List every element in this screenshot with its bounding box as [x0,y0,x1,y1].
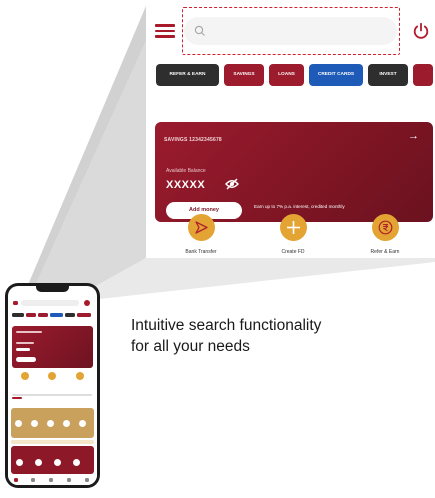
tab-more[interactable] [413,64,433,86]
caption-line-1: Intuitive search functionality [131,317,322,334]
quick-action-label: Create FD [281,249,305,255]
phone-bottom-nav [8,475,97,485]
quick-action-label: Refer & Earn [370,249,400,255]
tab-refer-earn[interactable]: Refer & Earn [156,64,219,86]
quick-action-bank-transfer[interactable]: Bank Transfer [166,214,236,255]
phone-status-bar [8,286,97,296]
eye-hidden-icon[interactable] [225,178,239,190]
quick-action-refer-earn[interactable]: Refer & Earn [350,214,420,255]
phone-gold-section [11,408,94,438]
tab-credit-cards[interactable]: Credit Cards [309,64,363,86]
phone-mockup [5,283,100,488]
product-tabs: Refer & Earn Savings Loans Credit Cards Inve… [156,64,435,86]
power-icon[interactable] [412,22,430,40]
balance-value: XXXXX [166,179,206,191]
tab-loans[interactable]: Loans [269,64,304,86]
account-number: SAVINGS 12342345678 [164,137,222,143]
phone-savings-card [12,326,93,368]
phone-red-section [11,446,94,474]
feature-caption: Intuitive search functionality for all y… [131,315,411,357]
quick-action-create-fd[interactable]: Create FD [258,214,328,255]
balance-label: Available Balance [166,168,206,174]
zoomed-app-view: Refer & Earn Savings Loans Credit Cards Inve… [146,6,435,258]
quick-action-label: Bank Transfer [185,249,217,255]
caption-line-2: for all your needs [131,338,250,355]
rupee-icon [371,214,399,241]
hamburger-menu-icon[interactable] [155,24,175,38]
search-input[interactable] [184,17,397,45]
tab-invest[interactable]: Invest [368,64,408,86]
savings-account-card[interactable]: SAVINGS 12342345678 → Available Balance … [155,122,433,222]
app-header [146,6,435,55]
send-icon [187,214,215,241]
arrow-right-icon[interactable]: → [408,130,419,142]
search-icon [194,25,205,36]
interest-promo-text: Earn up to 7% p.a. interest, credited mo… [254,204,345,209]
plus-icon [279,214,307,241]
tab-savings[interactable]: Savings [224,64,264,86]
phone-screen [8,286,97,485]
